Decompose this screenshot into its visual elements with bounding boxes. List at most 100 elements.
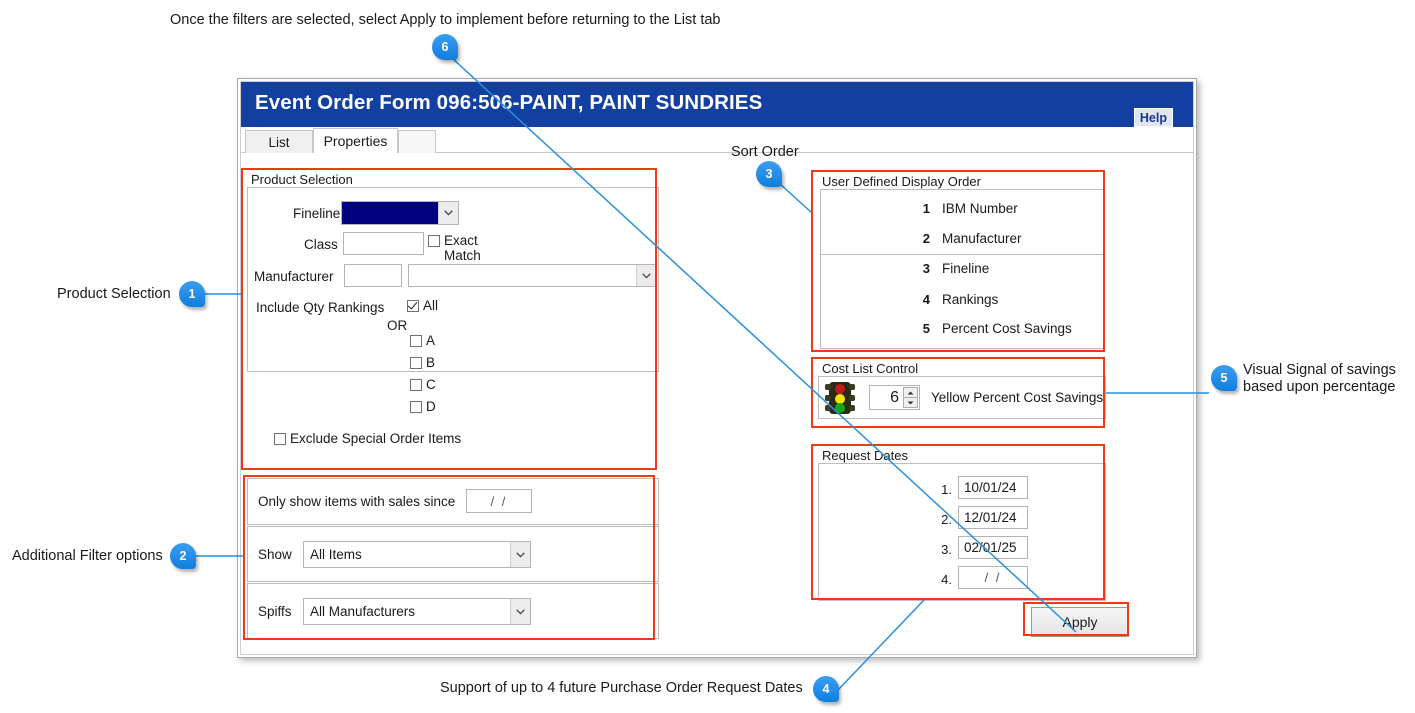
request-date-num-1: 1.	[941, 482, 952, 497]
ranking-all-checkbox[interactable]	[407, 300, 419, 312]
cost-list-control-group: Cost List Control 6 Yellow Percent Cost …	[816, 361, 1108, 421]
request-date-value-2: 12/01/24	[964, 510, 1017, 525]
tab-properties[interactable]: Properties	[313, 128, 398, 153]
chevron-down-icon[interactable]	[510, 542, 530, 567]
request-date-value-4: / /	[984, 570, 1002, 585]
event-order-form-window: Event Order Form 096:506-PAINT, PAINT SU…	[237, 78, 1197, 658]
ranking-all-label: All	[423, 298, 439, 313]
sales-since-value: / /	[490, 493, 508, 509]
ranking-d-checkbox[interactable]	[410, 401, 422, 413]
fineline-combo[interactable]	[341, 201, 459, 225]
exact-match-checkbox-row[interactable]: Exact Match	[428, 233, 481, 263]
ranking-a-label: A	[426, 333, 436, 348]
show-panel: Show All Items	[247, 526, 659, 582]
sales-since-input[interactable]: / /	[466, 489, 532, 513]
chevron-down-icon[interactable]	[510, 599, 530, 624]
sales-since-panel: Only show items with sales since / /	[247, 478, 659, 525]
product-selection-group: Product Selection Fineline Class Exact M…	[245, 172, 661, 446]
yellow-percent-label: Yellow Percent Cost Savings	[931, 390, 1104, 405]
fineline-value	[342, 202, 438, 224]
callout-badge-1: 1	[179, 281, 205, 307]
sort-order-header: Sort Order	[731, 144, 799, 160]
ranking-c-checkbox-row[interactable]: C	[410, 377, 436, 392]
yellow-percent-value: 6	[890, 388, 899, 406]
show-value: All Items	[310, 547, 362, 562]
spinner-down-icon[interactable]	[903, 397, 918, 408]
ranking-b-checkbox-row[interactable]: B	[410, 355, 435, 370]
traffic-light-icon	[825, 381, 855, 420]
request-date-input-3[interactable]: 02/01/25	[958, 536, 1028, 559]
request-date-num-2: 2.	[941, 512, 952, 527]
ranking-b-checkbox[interactable]	[410, 357, 422, 369]
product-selection-legend: Product Selection	[249, 172, 355, 187]
show-combo[interactable]: All Items	[303, 541, 531, 568]
ranking-a-checkbox[interactable]	[410, 335, 422, 347]
manufacturer-label: Manufacturer	[254, 269, 334, 284]
or-label: OR	[387, 318, 408, 333]
request-date-num-3: 3.	[941, 542, 952, 557]
display-order-legend: User Defined Display Order	[820, 174, 983, 189]
ranking-b-label: B	[426, 355, 436, 370]
request-date-value-1: 10/01/24	[964, 480, 1017, 495]
help-button[interactable]: Help	[1133, 108, 1173, 127]
window-inner-frame: Event Order Form 096:506-PAINT, PAINT SU…	[240, 81, 1194, 655]
exclude-special-order-label: Exclude Special Order Items	[290, 431, 462, 446]
spiffs-panel: Spiffs All Manufacturers	[247, 583, 659, 639]
annotation-right-note-5-line2: based upon percentage	[1243, 379, 1396, 395]
chevron-down-icon[interactable]	[636, 265, 656, 286]
tab-strip-filler	[398, 130, 436, 153]
request-date-input-1[interactable]: 10/01/24	[958, 476, 1028, 499]
callout-badge-4: 4	[813, 676, 839, 702]
product-selection-body: Fineline Class Exact Match Manufacturer …	[247, 187, 659, 446]
exact-match-label: Exact Match	[444, 233, 481, 263]
show-label: Show	[258, 547, 292, 562]
fineline-label: Fineline	[293, 206, 341, 221]
callout-badge-2: 2	[170, 543, 196, 569]
ranking-c-label: C	[426, 377, 436, 392]
cost-list-control-legend: Cost List Control	[820, 361, 921, 376]
yellow-percent-spinner[interactable]: 6	[869, 385, 920, 410]
request-date-value-3: 02/01/25	[964, 540, 1017, 555]
class-input[interactable]	[343, 232, 424, 255]
annotation-left-note-1: Product Selection	[57, 286, 171, 302]
class-label: Class	[304, 237, 338, 252]
ranking-a-checkbox-row[interactable]: A	[410, 333, 435, 348]
request-dates-group: Request Dates 1. 10/01/24 2. 12/01/24 3.…	[816, 448, 1108, 603]
spiffs-value: All Manufacturers	[310, 604, 416, 619]
request-date-num-4: 4.	[941, 572, 952, 587]
chevron-down-icon[interactable]	[438, 202, 458, 224]
tab-list[interactable]: List	[245, 130, 313, 153]
title-bar: Event Order Form 096:506-PAINT, PAINT SU…	[241, 82, 1193, 127]
cost-list-control-body: 6 Yellow Percent Cost Savings	[818, 376, 1106, 419]
ranking-c-checkbox[interactable]	[410, 379, 422, 391]
exact-match-checkbox[interactable]	[428, 235, 440, 247]
manufacturer-name-combo[interactable]	[408, 264, 657, 287]
callout-badge-6: 6	[432, 34, 458, 60]
manufacturer-code-input[interactable]	[344, 264, 402, 287]
tab-strip: List Properties	[241, 127, 1193, 153]
exclude-special-order-checkbox-row[interactable]: Exclude Special Order Items	[274, 431, 461, 446]
annotation-left-note-2: Additional Filter options	[12, 548, 163, 564]
spinner-buttons[interactable]	[903, 387, 918, 408]
request-dates-legend: Request Dates	[820, 448, 910, 463]
ranking-d-checkbox-row[interactable]: D	[410, 399, 436, 414]
display-order-listbox[interactable]	[820, 189, 1104, 349]
apply-button[interactable]: Apply	[1031, 607, 1129, 637]
callout-badge-5: 5	[1211, 365, 1237, 391]
request-dates-body: 1. 10/01/24 2. 12/01/24 3. 02/01/25 4. /…	[818, 463, 1106, 601]
annotation-top-note: Once the filters are selected, select Ap…	[170, 12, 721, 28]
spinner-up-icon[interactable]	[903, 387, 918, 397]
annotation-bottom-note: Support of up to 4 future Purchase Order…	[440, 680, 803, 696]
window-title: Event Order Form 096:506-PAINT, PAINT SU…	[255, 91, 763, 114]
exclude-special-order-checkbox[interactable]	[274, 433, 286, 445]
ranking-d-label: D	[426, 399, 436, 414]
sales-since-label: Only show items with sales since	[258, 494, 456, 509]
request-date-input-2[interactable]: 12/01/24	[958, 506, 1028, 529]
ranking-all-checkbox-row[interactable]: All	[407, 298, 438, 313]
annotation-right-note-5-line1: Visual Signal of savings	[1243, 362, 1396, 378]
request-date-input-4[interactable]: / /	[958, 566, 1028, 589]
spiffs-label: Spiffs	[258, 604, 292, 619]
callout-badge-3: 3	[756, 161, 782, 187]
spiffs-combo[interactable]: All Manufacturers	[303, 598, 531, 625]
include-qty-rankings-label: Include Qty Rankings	[256, 300, 385, 315]
